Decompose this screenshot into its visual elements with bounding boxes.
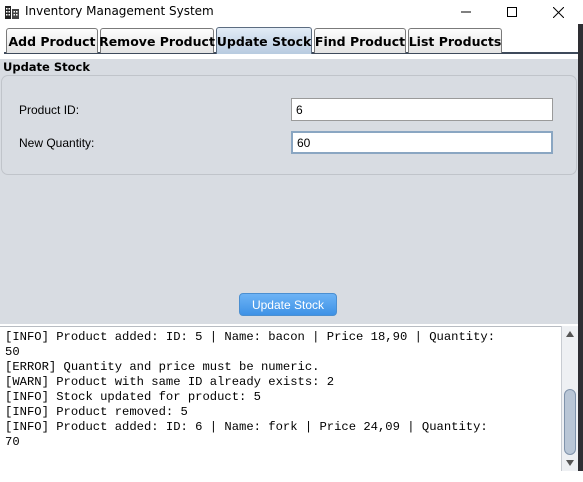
product-id-input[interactable] (291, 98, 553, 121)
log-line: 50 (5, 345, 20, 359)
close-icon (552, 6, 564, 18)
triangle-down-icon (566, 460, 574, 466)
scroll-thumb[interactable] (564, 389, 576, 455)
minimize-button[interactable] (443, 0, 489, 24)
window-frame (578, 24, 583, 482)
maximize-icon (507, 7, 517, 17)
product-id-label: Product ID: (19, 103, 80, 117)
window-title: Inventory Management System (25, 4, 214, 18)
new-quantity-label: New Quantity: (19, 136, 95, 150)
log-line: [INFO] Product added: ID: 6 | Name: fork… (5, 420, 488, 434)
log-line: [INFO] Stock updated for product: 5 (5, 390, 261, 404)
log-line: [INFO] Product removed: 5 (5, 405, 188, 419)
update-stock-form (1, 75, 577, 175)
log-line: [INFO] Product added: ID: 5 | Name: baco… (5, 330, 496, 344)
close-button[interactable] (535, 0, 581, 24)
scroll-down-button[interactable] (562, 455, 578, 471)
log-line: [ERROR] Quantity and price must be numer… (5, 360, 320, 374)
tab-add-product[interactable]: Add Product (6, 28, 98, 53)
tab-list-products[interactable]: List Products (408, 28, 502, 53)
log-output[interactable]: [INFO] Product added: ID: 5 | Name: baco… (0, 326, 561, 471)
window-bottom-edge (0, 471, 583, 482)
log-line: 70 (5, 435, 20, 449)
tab-bar: Add Product Remove Product Update Stock … (0, 24, 583, 59)
update-stock-panel: Update Stock Product ID: New Quantity: U… (0, 59, 578, 324)
tab-find-product[interactable]: Find Product (314, 28, 406, 53)
scroll-up-button[interactable] (562, 326, 578, 342)
title-bar: Inventory Management System (0, 0, 583, 24)
update-stock-button[interactable]: Update Stock (239, 293, 337, 316)
building-app-icon (4, 4, 20, 20)
new-quantity-input[interactable] (291, 131, 553, 154)
log-scrollbar[interactable] (561, 326, 578, 471)
minimize-icon (461, 11, 471, 13)
tab-update-stock[interactable]: Update Stock (216, 27, 312, 54)
maximize-button[interactable] (489, 0, 535, 24)
log-line: [WARN] Product with same ID already exis… (5, 375, 335, 389)
tab-remove-product[interactable]: Remove Product (99, 28, 215, 53)
triangle-up-icon (566, 331, 574, 337)
section-title: Update Stock (3, 60, 91, 74)
